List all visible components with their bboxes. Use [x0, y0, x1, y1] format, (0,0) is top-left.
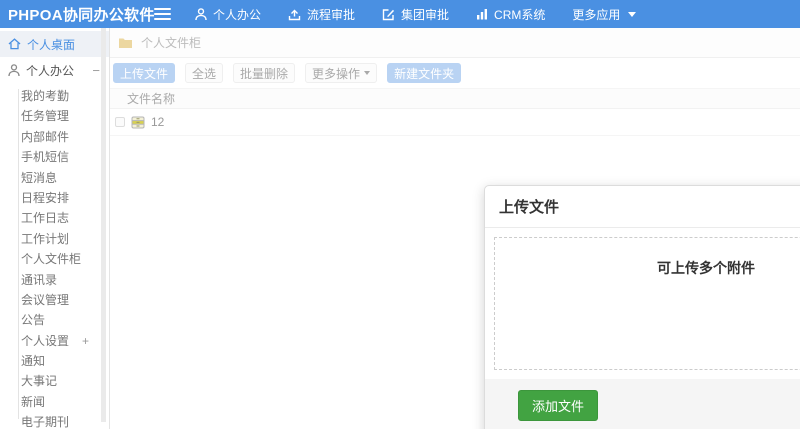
caret-down-icon — [628, 11, 637, 17]
nav-item-label: CRM系统 — [494, 7, 546, 22]
sidebar-item-internal-mail[interactable]: 内部邮件 — [0, 127, 109, 147]
dropzone-hint: 可上传多个附件 — [657, 260, 755, 276]
upload-file-button[interactable]: 上传文件 — [113, 63, 176, 83]
sidebar-item-label: 新闻 — [21, 394, 46, 409]
sidebar-item-label: 大事记 — [21, 374, 58, 389]
sidebar-item-label: 个人办公 — [26, 63, 75, 78]
sidebar-submenu: 我的考勤 任务管理 内部邮件 手机短信 短消息 日程安排 工作日志 工作计划 个… — [0, 86, 109, 429]
nav-item-label: 个人办公 — [213, 7, 262, 22]
folder-icon — [118, 37, 133, 49]
sidebar-item-meeting-management[interactable]: 会议管理 — [0, 290, 109, 310]
sidebar-item-sms[interactable]: 手机短信 — [0, 147, 109, 167]
sidebar-item-label: 日程安排 — [21, 190, 70, 205]
user-icon — [8, 63, 20, 77]
button-label: 新建文件夹 — [394, 66, 455, 81]
nav-personal-office[interactable]: 个人办公 — [195, 6, 261, 23]
sidebar-item-label: 内部邮件 — [21, 129, 70, 144]
collapse-minus-icon[interactable]: − — [92, 63, 100, 78]
sidebar-item-label: 个人桌面 — [27, 37, 76, 52]
sidebar-item-task-management[interactable]: 任务管理 — [0, 106, 109, 126]
sidebar-item-address-book[interactable]: 通讯录 — [0, 270, 109, 290]
sidebar-item-short-message[interactable]: 短消息 — [0, 168, 109, 188]
sidebar-item-label: 手机短信 — [21, 150, 70, 165]
toolbar: 上传文件 全选 批量删除 更多操作 新建文件夹 — [110, 58, 800, 88]
caret-down-icon — [364, 71, 371, 75]
sidebar-scrollbar[interactable] — [101, 28, 106, 422]
nav-item-label: 更多应用 — [572, 7, 621, 22]
sidebar-item-label: 通知 — [21, 354, 46, 369]
file-name: 12 — [151, 115, 165, 129]
modal-body: 可上传多个附件 — [485, 228, 800, 379]
sidebar-item-label: 电子期刊 — [21, 415, 70, 429]
sidebar-item-personal-desktop[interactable]: 个人桌面 — [0, 31, 109, 57]
sidebar-item-work-log[interactable]: 工作日志 — [0, 208, 109, 228]
edit-square-icon — [382, 8, 395, 21]
sidebar-item-work-plan[interactable]: 工作计划 — [0, 229, 109, 249]
sidebar-item-my-attendance[interactable]: 我的考勤 — [0, 86, 109, 106]
sidebar-item-memorabilia[interactable]: 大事记 — [0, 371, 109, 391]
select-all-button[interactable]: 全选 — [185, 63, 224, 83]
sidebar-item-label: 我的考勤 — [21, 89, 70, 103]
file-cabinet-icon — [131, 116, 145, 129]
button-label: 全选 — [192, 66, 217, 81]
modal-footer: 添加文件 — [485, 379, 800, 429]
more-actions-button[interactable]: 更多操作 — [305, 63, 378, 83]
app-logo: PHPOA协同办公软件 — [8, 6, 155, 24]
button-label: 上传文件 — [120, 66, 169, 81]
sidebar-item-notification[interactable]: 通知 — [0, 351, 109, 371]
nav-more-apps[interactable]: 更多应用 — [572, 6, 637, 23]
sidebar-item-label: 公告 — [21, 313, 46, 328]
sidebar-item-label: 任务管理 — [21, 109, 70, 124]
table-row[interactable]: 12 — [110, 109, 800, 136]
modal-title: 上传文件 — [485, 186, 800, 228]
button-label: 批量删除 — [240, 66, 289, 81]
table-header-file-name: 文件名称 — [110, 88, 800, 109]
sidebar-item-schedule[interactable]: 日程安排 — [0, 188, 109, 208]
sidebar-item-e-journal[interactable]: 电子期刊 — [0, 412, 109, 429]
batch-delete-button[interactable]: 批量删除 — [233, 63, 296, 83]
upload-file-modal: 上传文件 可上传多个附件 添加文件 — [484, 185, 800, 429]
sidebar-item-label: 工作日志 — [21, 211, 70, 226]
row-checkbox[interactable] — [115, 117, 125, 127]
breadcrumb: 个人文件柜 — [110, 28, 800, 58]
nav-item-label: 流程审批 — [307, 7, 356, 22]
upload-dropzone[interactable]: 可上传多个附件 — [494, 237, 800, 370]
sidebar-item-label: 工作计划 — [21, 231, 70, 246]
upload-approval-icon — [288, 8, 301, 21]
nav-process-approval[interactable]: 流程审批 — [288, 6, 355, 23]
new-folder-button[interactable]: 新建文件夹 — [387, 63, 462, 83]
sidebar-item-label: 个人设置 — [21, 333, 70, 348]
home-icon — [8, 38, 21, 50]
sidebar-item-news[interactable]: 新闻 — [0, 392, 109, 412]
nav-item-label: 集团审批 — [401, 7, 450, 22]
sidebar-item-announcement[interactable]: 公告 — [0, 310, 109, 330]
top-navigation: 个人办公 流程审批 集团审批 CRM系统 更多应用 — [195, 6, 637, 23]
button-label: 更多操作 — [312, 66, 361, 81]
top-bar: PHPOA协同办公软件 个人办公 流程审批 集团审批 CRM系统 更多应用 — [0, 0, 800, 28]
page-title: 个人文件柜 — [141, 36, 202, 50]
nav-crm-system[interactable]: CRM系统 — [476, 6, 545, 23]
sidebar-item-personal-office[interactable]: 个人办公 − — [0, 57, 109, 83]
sidebar-item-personal-file-cabinet[interactable]: 个人文件柜 — [0, 249, 109, 269]
sidebar-item-personal-settings[interactable]: 个人设置 + — [0, 331, 109, 351]
sidebar-item-label: 个人文件柜 — [21, 252, 82, 267]
sidebar-item-label: 短消息 — [21, 170, 58, 185]
hamburger-menu-icon[interactable] — [154, 8, 171, 20]
user-icon — [195, 7, 207, 21]
submenu-guide-line — [18, 89, 19, 419]
sidebar-item-label: 会议管理 — [21, 292, 70, 307]
nav-group-approval[interactable]: 集团审批 — [382, 6, 449, 23]
add-file-button[interactable]: 添加文件 — [518, 390, 599, 421]
expand-plus-icon[interactable]: + — [82, 331, 89, 351]
sidebar-item-label: 通讯录 — [21, 272, 58, 287]
sidebar: 个人桌面 个人办公 − 我的考勤 任务管理 内部邮件 手机短信 短消息 日程安排… — [0, 28, 110, 429]
bar-chart-icon — [476, 8, 488, 20]
